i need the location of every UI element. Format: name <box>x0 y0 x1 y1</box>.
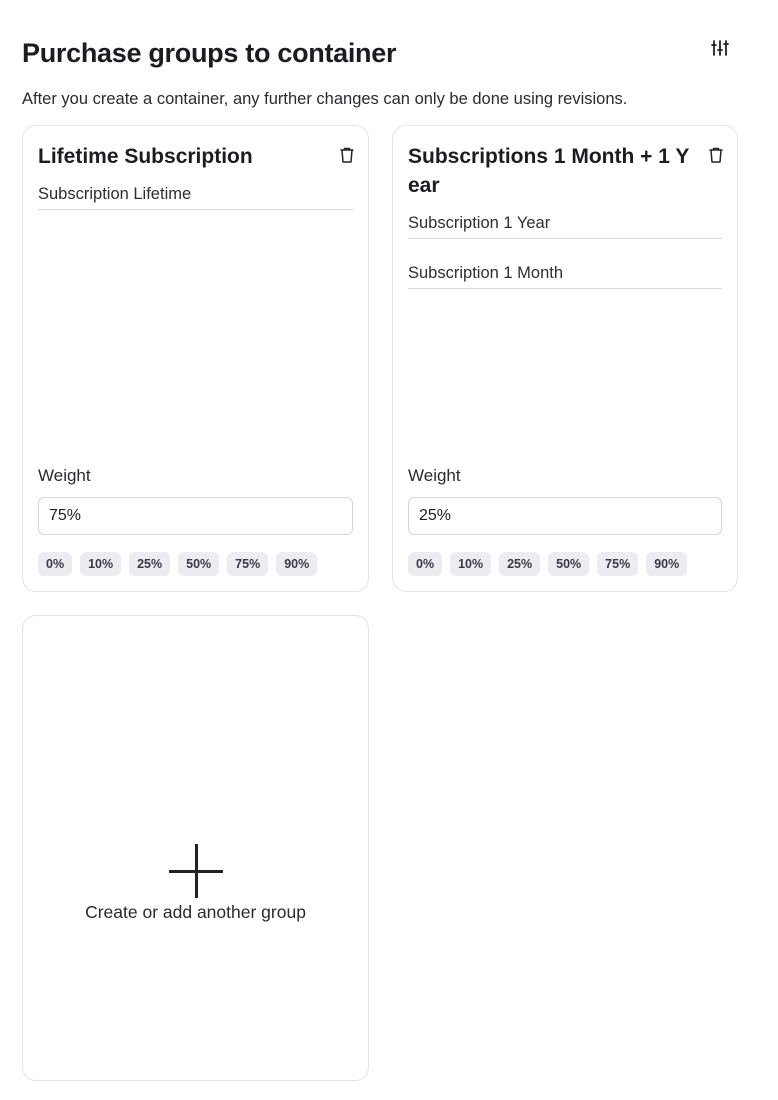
page-subtitle: After you create a container, any furthe… <box>22 90 628 108</box>
weight-input[interactable] <box>38 497 353 535</box>
weight-input[interactable] <box>408 497 722 535</box>
subscription-item[interactable]: Subscription Lifetime <box>38 183 353 210</box>
weight-preset-chip[interactable]: 90% <box>276 552 318 576</box>
purchase-group-card: Subscriptions 1 Month + 1 Year Subscript… <box>392 125 738 592</box>
subscription-item[interactable]: Subscription 1 Year <box>408 212 722 239</box>
weight-presets: 0% 10% 25% 50% 75% 90% <box>408 552 688 576</box>
add-group-button[interactable]: Create or add another group <box>22 615 369 1081</box>
subscription-list: Subscription Lifetime <box>38 183 353 233</box>
weight-preset-chip[interactable]: 0% <box>408 552 443 576</box>
weight-preset-chip[interactable]: 50% <box>548 552 590 576</box>
trash-icon[interactable] <box>707 146 725 164</box>
weight-preset-chip[interactable]: 90% <box>646 552 688 576</box>
plus-icon <box>168 843 223 898</box>
group-title: Subscriptions 1 Month + 1 Year <box>408 145 690 197</box>
weight-preset-chip[interactable]: 50% <box>178 552 220 576</box>
weight-preset-chip[interactable]: 10% <box>450 552 492 576</box>
purchase-group-card: Lifetime Subscription Subscription Lifet… <box>22 125 369 592</box>
weight-label: Weight <box>408 466 461 485</box>
add-group-label: Create or add another group <box>85 901 306 922</box>
weight-preset-chip[interactable]: 0% <box>38 552 73 576</box>
subscription-list: Subscription 1 Year Subscription 1 Month <box>408 212 722 312</box>
page-header: Purchase groups to container <box>22 36 738 70</box>
subscription-item[interactable]: Subscription 1 Month <box>408 262 722 289</box>
weight-presets: 0% 10% 25% 50% 75% 90% <box>38 552 318 576</box>
weight-preset-chip[interactable]: 75% <box>227 552 269 576</box>
trash-icon[interactable] <box>338 146 356 164</box>
sliders-icon <box>711 40 729 56</box>
group-title: Lifetime Subscription <box>38 145 253 168</box>
weight-preset-chip[interactable]: 75% <box>597 552 639 576</box>
weight-label: Weight <box>38 466 91 485</box>
weight-preset-chip[interactable]: 25% <box>129 552 171 576</box>
weight-preset-chip[interactable]: 10% <box>80 552 122 576</box>
weight-preset-chip[interactable]: 25% <box>499 552 541 576</box>
settings-button[interactable] <box>708 36 732 60</box>
page-title: Purchase groups to container <box>22 38 397 68</box>
